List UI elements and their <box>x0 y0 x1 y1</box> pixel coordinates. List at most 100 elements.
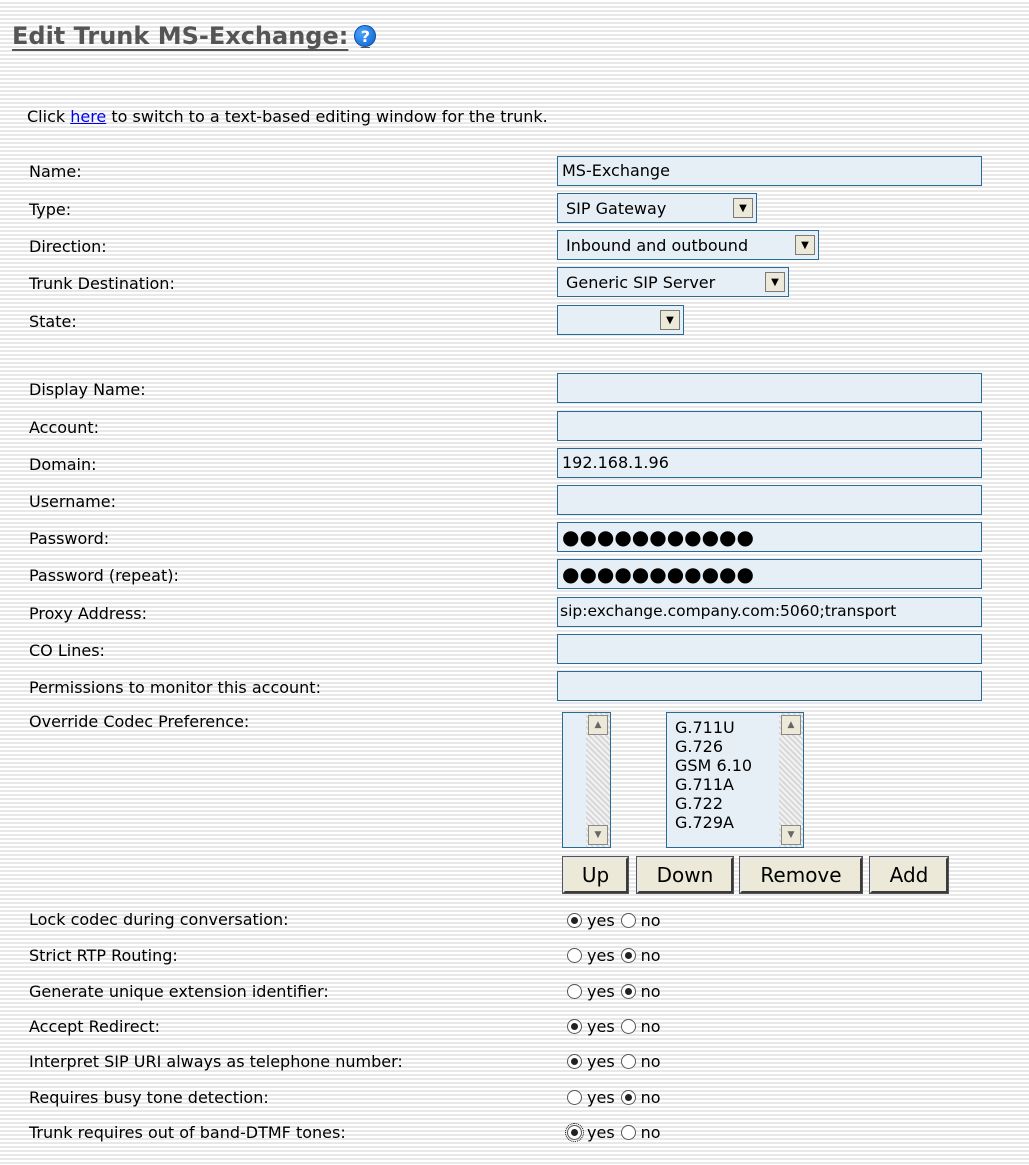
password-repeat-input[interactable]: ●●●●●●●●●●● <box>557 559 982 589</box>
account-input[interactable] <box>557 411 982 441</box>
page-title-text: Edit Trunk MS-Exchange: <box>12 22 349 50</box>
selected-codecs-list[interactable]: ▲ ▼ <box>562 712 611 848</box>
scrollbar[interactable]: ▲ ▼ <box>586 713 610 847</box>
intro-before: Click <box>27 107 71 126</box>
radio-no[interactable] <box>620 1125 636 1140</box>
direction-label: Direction: <box>29 237 107 256</box>
scroll-down-icon[interactable]: ▼ <box>588 825 608 845</box>
radio-no-label: no <box>640 1052 661 1071</box>
radio-yes[interactable] <box>565 1123 584 1142</box>
radio-yes-label: yes <box>587 1123 615 1142</box>
proxy-address-label: Proxy Address: <box>29 604 148 623</box>
busy-tone-radios: yes no <box>567 1088 661 1107</box>
intro-text: Click here to switch to a text-based edi… <box>27 107 548 126</box>
radio-no-label: no <box>640 911 661 930</box>
password-input[interactable]: ●●●●●●●●●●● <box>557 522 982 552</box>
scrollbar[interactable]: ▲ ▼ <box>779 713 803 847</box>
codec-option[interactable]: G.722 <box>675 794 752 813</box>
accept-redirect-radios: yes no <box>567 1017 661 1036</box>
radio-yes[interactable] <box>567 1054 582 1069</box>
state-select[interactable]: ▼ <box>557 305 684 335</box>
codec-option[interactable]: G.711A <box>675 775 752 794</box>
codec-down-button[interactable]: Down <box>636 856 734 894</box>
help-icon[interactable]: ? <box>354 25 377 47</box>
radio-yes-label: yes <box>587 1088 615 1107</box>
type-label: Type: <box>29 200 72 219</box>
password-label: Password: <box>29 529 110 548</box>
chevron-down-icon[interactable]: ▼ <box>795 235 815 255</box>
text-editor-link[interactable]: here <box>70 107 106 126</box>
name-label: Name: <box>29 162 82 181</box>
sip-uri-radios: yes no <box>567 1052 661 1071</box>
radio-no[interactable] <box>620 948 636 963</box>
codec-preference-label: Override Codec Preference: <box>29 712 250 731</box>
option-label: Accept Redirect: <box>29 1017 160 1036</box>
option-label: Requires busy tone detection: <box>29 1088 269 1107</box>
state-label: State: <box>29 312 77 331</box>
radio-yes-label: yes <box>587 946 615 965</box>
radio-yes[interactable] <box>567 1019 582 1034</box>
chevron-down-icon[interactable]: ▼ <box>660 310 680 330</box>
intro-after: to switch to a text-based editing window… <box>106 107 548 126</box>
radio-yes[interactable] <box>567 948 582 963</box>
option-label: Lock codec during conversation: <box>29 910 289 929</box>
chevron-down-icon[interactable]: ▼ <box>733 198 753 218</box>
radio-no-label: no <box>640 1123 661 1142</box>
name-input[interactable]: MS-Exchange <box>557 156 982 186</box>
password-repeat-label: Password (repeat): <box>29 566 179 585</box>
radio-yes[interactable] <box>567 1090 582 1105</box>
available-codecs-list[interactable]: G.711U G.726 GSM 6.10 G.711A G.722 G.729… <box>666 712 804 848</box>
type-select[interactable]: SIP Gateway ▼ <box>557 193 757 223</box>
option-label: Trunk requires out of band-DTMF tones: <box>29 1123 346 1142</box>
radio-no-label: no <box>640 1017 661 1036</box>
permissions-input[interactable] <box>557 671 982 701</box>
radio-no[interactable] <box>620 1090 636 1105</box>
domain-input[interactable]: 192.168.1.96 <box>557 448 982 478</box>
trunk-destination-select-value: Generic SIP Server <box>566 272 716 292</box>
radio-no[interactable] <box>620 1054 636 1069</box>
scroll-up-icon[interactable]: ▲ <box>781 715 801 735</box>
proxy-address-input[interactable]: sip:exchange.company.com:5060;transport <box>557 597 982 627</box>
codec-add-button[interactable]: Add <box>869 856 949 894</box>
page-title: Edit Trunk MS-Exchange: ? <box>12 22 377 50</box>
permissions-label: Permissions to monitor this account: <box>29 678 321 697</box>
username-input[interactable] <box>557 485 982 515</box>
option-label: Strict RTP Routing: <box>29 946 178 965</box>
option-label: Generate unique extension identifier: <box>29 982 329 1001</box>
radio-yes-label: yes <box>587 911 615 930</box>
radio-no[interactable] <box>620 1019 636 1034</box>
chevron-down-icon[interactable]: ▼ <box>765 272 785 292</box>
type-select-value: SIP Gateway <box>566 198 667 218</box>
radio-yes-label: yes <box>587 1052 615 1071</box>
radio-no[interactable] <box>620 984 636 999</box>
display-name-input[interactable] <box>557 373 982 403</box>
unique-extension-radios: yes no <box>567 982 661 1001</box>
codec-up-button[interactable]: Up <box>562 856 629 894</box>
scroll-up-icon[interactable]: ▲ <box>588 715 608 735</box>
direction-select[interactable]: Inbound and outbound ▼ <box>557 230 819 260</box>
radio-no[interactable] <box>620 913 636 928</box>
codec-option[interactable]: G.711U <box>675 718 752 737</box>
username-label: Username: <box>29 492 116 511</box>
lock-codec-radios: yes no <box>567 911 661 930</box>
option-label: Interpret SIP URI always as telephone nu… <box>29 1052 403 1071</box>
co-lines-input[interactable] <box>557 634 982 664</box>
radio-yes[interactable] <box>567 913 582 928</box>
radio-yes-label: yes <box>587 1017 615 1036</box>
domain-label: Domain: <box>29 455 97 474</box>
codec-option[interactable]: GSM 6.10 <box>675 756 752 775</box>
direction-select-value: Inbound and outbound <box>566 235 749 255</box>
account-label: Account: <box>29 418 99 437</box>
radio-yes-label: yes <box>587 982 615 1001</box>
display-name-label: Display Name: <box>29 380 146 399</box>
radio-yes[interactable] <box>567 984 582 999</box>
scroll-down-icon[interactable]: ▼ <box>781 825 801 845</box>
radio-no-label: no <box>640 946 661 965</box>
codec-remove-button[interactable]: Remove <box>739 856 863 894</box>
codec-option[interactable]: G.729A <box>675 813 752 832</box>
radio-no-label: no <box>640 1088 661 1107</box>
trunk-destination-select[interactable]: Generic SIP Server ▼ <box>557 267 789 297</box>
strict-rtp-radios: yes no <box>567 946 661 965</box>
codec-option[interactable]: G.726 <box>675 737 752 756</box>
co-lines-label: CO Lines: <box>29 641 105 660</box>
